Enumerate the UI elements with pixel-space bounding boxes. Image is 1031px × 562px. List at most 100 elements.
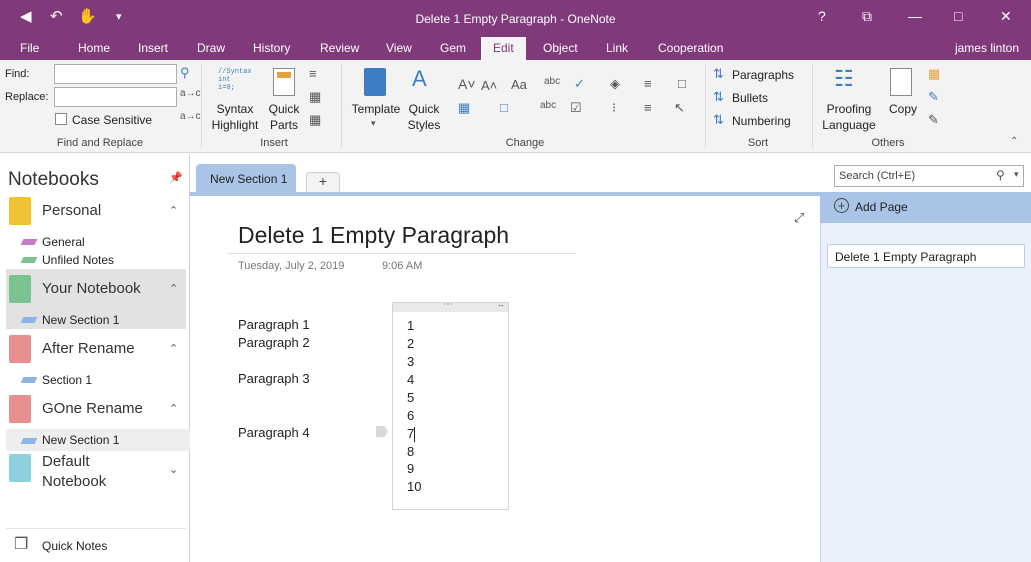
quick-parts-label[interactable]: Quick [264,101,304,117]
spelling-icon[interactable]: ✓ [574,76,585,92]
change-case-icon[interactable]: Aa [511,77,527,92]
list-item[interactable]: 6 [407,408,414,423]
notebook-after-rename[interactable]: After Rename ⌃ [6,332,186,368]
syntax-highlight-label[interactable]: Syntax [207,101,263,117]
chevron-down-icon[interactable]: ▾ [371,118,376,129]
find-input[interactable] [54,64,177,84]
tab-edit[interactable]: Edit [481,37,526,60]
tab-gem[interactable]: Gem [440,41,466,55]
copy-icon[interactable] [890,68,912,96]
search-icon[interactable]: ⚲ [180,65,190,81]
list-item[interactable]: 3 [407,354,414,369]
bullets-button[interactable]: Bullets [732,91,768,105]
tab-insert[interactable]: Insert [138,41,168,55]
list-item[interactable]: 8 [407,444,414,459]
format-icon[interactable]: ≡ [644,100,652,115]
notebook-personal[interactable]: Personal ⌃ [6,194,186,230]
chevron-up-icon[interactable]: ⌃ [169,342,178,355]
highlight-icon[interactable]: ✎ [928,89,939,105]
search-icon[interactable]: ⚲ [996,168,1005,182]
page-item[interactable]: Delete 1 Empty Paragraph [827,244,1025,268]
tab-cooperation[interactable]: Cooperation [658,41,723,55]
list-item[interactable]: 5 [407,390,414,405]
align-icon[interactable]: ≡ [644,76,652,91]
indent-icon[interactable]: ▦ [458,100,470,116]
tab-history[interactable]: History [253,41,290,55]
quick-notes[interactable]: ❐ Quick Notes [6,528,186,562]
tab-review[interactable]: Review [320,41,359,55]
tab-view[interactable]: View [386,41,412,55]
user-name[interactable]: james linton [955,41,1019,55]
template-icon[interactable] [364,68,386,96]
text-list-icon[interactable]: ≡ [309,66,317,81]
add-page-button[interactable]: + Add Page [820,192,1031,223]
copy-label[interactable]: Copy [882,101,924,117]
page-canvas[interactable]: ⤢ Delete 1 Empty Paragraph Tuesday, July… [190,192,820,562]
numbering-button[interactable]: Numbering [732,114,791,128]
replace-all-icon[interactable]: a→c [180,111,201,122]
grow-font-icon[interactable]: A˅ [458,76,476,92]
paste-icon[interactable]: ▦ [928,66,940,82]
table-icon[interactable]: ▦ [309,112,321,128]
quick-styles-label[interactable]: Quick [402,101,446,117]
paragraph[interactable]: Paragraph 2 [238,335,310,350]
section-unfiled-notes[interactable]: Unfiled Notes [6,251,186,269]
tab-file[interactable]: File [20,41,39,55]
paragraphs-icon[interactable]: ⇅ [713,66,724,82]
paragraph[interactable]: Paragraph 3 [238,371,310,386]
tab-object[interactable]: Object [543,41,578,55]
superscript-icon[interactable]: abc [540,100,556,111]
select-icon[interactable]: ↖ [674,100,685,116]
replace-icon[interactable]: a→c [180,88,201,99]
list-item[interactable]: 10 [407,479,421,494]
tab-link[interactable]: Link [606,41,628,55]
quick-styles-icon[interactable]: A [412,66,427,92]
resize-handle-icon[interactable]: ↔ [497,300,505,309]
page-title[interactable]: Delete 1 Empty Paragraph [238,222,509,249]
list-item[interactable]: 9 [407,461,414,476]
list-item[interactable]: 1 [407,318,414,333]
eraser-icon[interactable]: ◈ [610,76,620,92]
paragraph[interactable]: Paragraph 1 [238,317,310,332]
section-tab-active[interactable]: New Section 1 [196,164,296,194]
syntax-highlight-label2[interactable]: Highlight [207,117,263,133]
chevron-down-icon[interactable]: ⌄ [169,463,178,476]
minimize-button[interactable]: — [908,8,922,24]
shrink-font-icon[interactable]: A˄ [481,78,497,93]
paragraphs-button[interactable]: Paragraphs [732,68,794,82]
quick-parts-label2[interactable]: Parts [264,117,304,133]
restore-ribbon-icon[interactable]: ⧉ [862,8,872,25]
section-section-1[interactable]: Section 1 [6,371,186,389]
replace-input[interactable] [54,87,177,107]
list-item[interactable]: 2 [407,336,414,351]
close-button[interactable]: ✕ [1000,8,1012,25]
collapse-ribbon-icon[interactable]: ⌃ [1010,136,1018,147]
chevron-down-icon[interactable]: ▾ [1014,169,1019,180]
border-icon[interactable]: □ [500,100,508,115]
quick-parts-icon[interactable] [273,68,295,96]
numbering-icon[interactable]: ⇅ [713,112,724,128]
bullet-move-icon[interactable]: ⁝ [612,100,616,116]
numbers-outline[interactable]: ⋯ ↔ 1 2 3 4 5 6 7 8 9 10 [392,299,509,510]
notebook-gone-rename[interactable]: GOne Rename ⌃ [6,392,186,428]
section-new-section-1[interactable]: New Section 1 [6,429,190,451]
strikethrough-icon[interactable]: abc [544,76,560,87]
proofing-language-icon[interactable]: ☷ [834,66,854,92]
section-general[interactable]: General [6,233,186,251]
list-item[interactable]: 4 [407,372,414,387]
notebook-default-notebook[interactable]: Default Notebook ⌄ [6,451,186,495]
drag-handle-icon[interactable]: ⋯ [443,299,453,310]
box-icon[interactable]: □ [678,76,686,91]
paragraph[interactable]: Paragraph 4 [238,425,310,440]
pin-icon[interactable]: 📌 [169,171,183,184]
checkbox-tag-icon[interactable]: ☑ [570,100,582,116]
help-button[interactable]: ? [818,8,826,24]
case-sensitive-checkbox[interactable] [55,113,67,125]
expand-icon[interactable]: ⤢ [794,210,804,226]
maximize-button[interactable]: □ [954,8,962,24]
add-section-button[interactable]: + [306,172,340,192]
calendar-icon[interactable]: ▦ [309,89,321,105]
proofing-label[interactable]: Proofing [816,101,882,117]
template-label[interactable]: Template [346,101,406,117]
chevron-up-icon[interactable]: ⌃ [169,402,178,415]
